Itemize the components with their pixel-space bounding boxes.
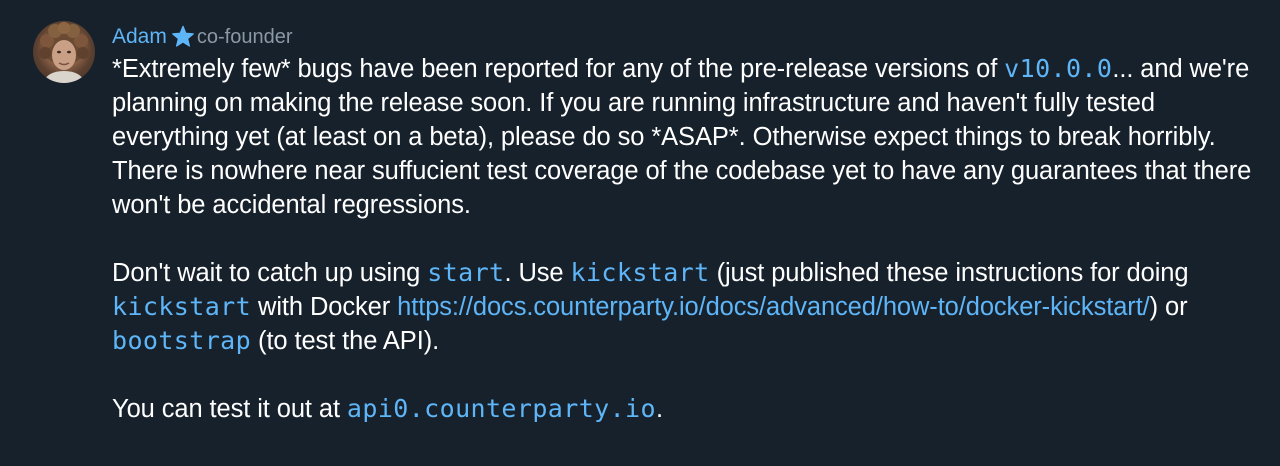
text-segment: . (655, 395, 663, 423)
avatar-image (39, 22, 89, 83)
code-kickstart[interactable]: kickstart (112, 292, 251, 321)
star-icon (170, 24, 196, 50)
text-segment: (just published these instructions for d… (709, 259, 1189, 287)
avatar[interactable] (33, 21, 95, 83)
code-api[interactable]: api0.counterparty.io (347, 394, 656, 423)
docs-link[interactable]: https://docs.counterparty.io/docs/advanc… (397, 293, 1150, 321)
text-segment: . Use (504, 259, 571, 287)
text-segment: with Docker (251, 293, 398, 321)
code-start[interactable]: start (427, 258, 504, 287)
paragraph: *Extremely few* bugs have been reported … (112, 52, 1252, 222)
chat-message: Adam co-founder *Extremely few* bugs hav… (0, 0, 1280, 466)
text-segment: (to test the API). (251, 327, 440, 355)
sender-role: co-founder (196, 25, 293, 48)
sender-name[interactable]: Adam (112, 25, 167, 49)
code-bootstrap[interactable]: bootstrap (112, 326, 251, 355)
text-segment: *Extremely few* bugs have been reported … (112, 55, 1005, 83)
message-body: *Extremely few* bugs have been reported … (112, 52, 1252, 426)
text-segment: Don't wait to catch up using (112, 259, 428, 287)
code-kickstart[interactable]: kickstart (571, 258, 710, 287)
paragraph: You can test it out at api0.counterparty… (112, 392, 1252, 426)
text-segment: You can test it out at (112, 395, 347, 423)
message-header: Adam co-founder (112, 22, 1252, 52)
code-version[interactable]: v10.0.0 (1004, 54, 1112, 83)
text-segment: ) or (1149, 293, 1188, 321)
message-content: Adam co-founder *Extremely few* bugs hav… (112, 22, 1252, 426)
paragraph: Don't wait to catch up using start. Use … (112, 256, 1252, 358)
